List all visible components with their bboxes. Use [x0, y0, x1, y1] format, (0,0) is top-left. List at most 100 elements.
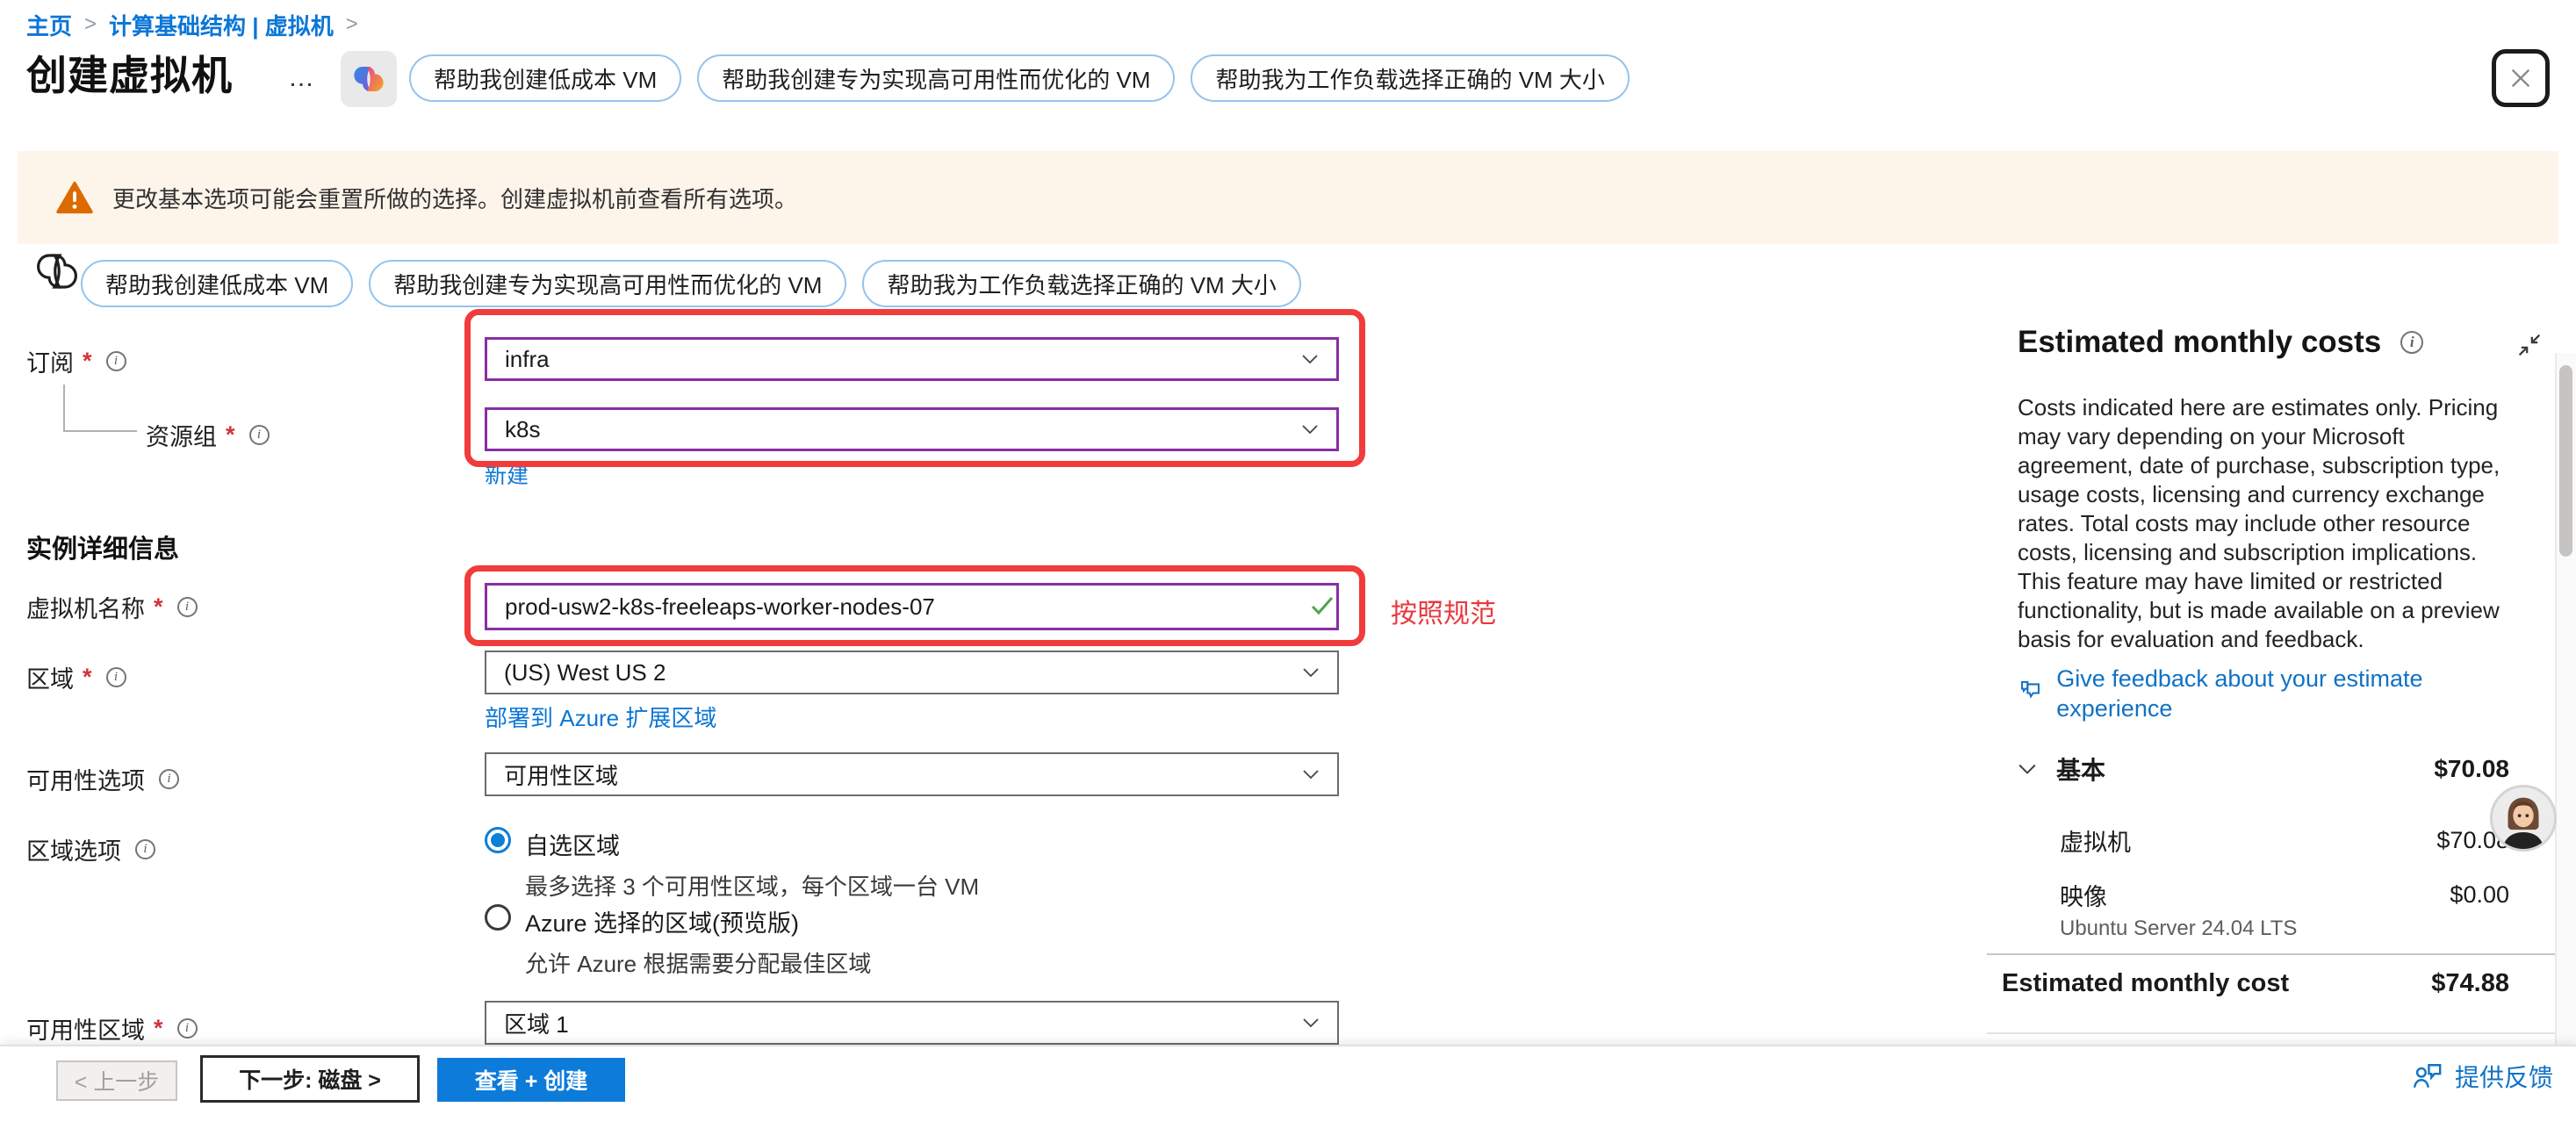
region-label: 区域 * i — [26, 660, 126, 694]
subscription-info-icon[interactable]: i — [106, 351, 126, 371]
prompt-high-availability-vm-button[interactable]: 帮助我创建专为实现高可用性而优化的 VM — [369, 260, 846, 307]
cost-panel-divider — [1987, 953, 2555, 955]
availability-options-info-icon[interactable]: i — [159, 769, 179, 789]
resource-group-label-text: 资源组 — [146, 418, 217, 452]
warning-icon — [56, 181, 93, 214]
estimated-monthly-cost-value: $74.88 — [2431, 969, 2509, 998]
zone-option-azure-select-description: 允许 Azure 根据需要分配最佳区域 — [525, 946, 871, 979]
valid-check-icon — [1310, 595, 1335, 616]
availability-zone-label: 可用性区域* i — [26, 1011, 198, 1046]
naming-convention-annotation: 按照规范 — [1391, 592, 1496, 630]
chevron-down-icon — [1302, 667, 1320, 678]
previous-button[interactable]: < 上一步 — [56, 1060, 177, 1101]
cost-item-name: 虚拟机 — [2060, 823, 2131, 858]
required-asterisk: * — [154, 1015, 163, 1042]
required-asterisk: * — [226, 421, 235, 449]
zone-option-self-select-label[interactable]: 自选区域 — [525, 827, 979, 861]
estimated-monthly-cost-row: Estimated monthly cost $74.88 — [2002, 969, 2509, 998]
close-button[interactable] — [2492, 49, 2550, 107]
availability-options-value: 可用性区域 — [504, 758, 618, 791]
subscription-value: infra — [505, 346, 550, 373]
resource-group-value: k8s — [505, 416, 540, 443]
chevron-expanded-icon — [2018, 763, 2037, 775]
feedback-bubbles-icon — [2018, 676, 2044, 706]
availability-options-dropdown[interactable]: 可用性区域 — [485, 752, 1339, 796]
zone-option-azure-select[interactable]: Azure 选择的区域(预览版) 允许 Azure 根据需要分配最佳区域 — [485, 904, 871, 979]
cost-item-value: $0.00 — [2450, 881, 2509, 909]
subscription-label-text: 订阅 — [26, 344, 74, 378]
collapse-panel-icon[interactable] — [2515, 330, 2544, 360]
zone-option-self-select[interactable]: 自选区域 最多选择 3 个可用性区域，每个区域一台 VM — [485, 827, 979, 902]
create-vm-page: 主页 > 计算基础结构 | 虚拟机 > 创建虚拟机 … 帮助我创建低成本 VM … — [0, 0, 2576, 1143]
chevron-down-icon — [1302, 1017, 1320, 1028]
region-value: (US) West US 2 — [504, 659, 666, 687]
scrollbar-thumb[interactable] — [2559, 365, 2572, 557]
copilot-prompt-buttons: 帮助我创建低成本 VM 帮助我创建专为实现高可用性而优化的 VM 帮助我为工作负… — [409, 54, 1630, 102]
deploy-extended-zone-link[interactable]: 部署到 Azure 扩展区域 — [485, 701, 716, 733]
breadcrumb-virtual-machines[interactable]: 计算基础结构 | 虚拟机 — [109, 9, 334, 41]
zone-options-label-text: 区域选项 — [26, 832, 121, 866]
prompt-right-vm-size-button[interactable]: 帮助我为工作负载选择正确的 VM 大小 — [862, 260, 1300, 307]
subscription-label: 订阅 * i — [26, 344, 126, 378]
chevron-down-icon — [1301, 424, 1319, 435]
more-options-button[interactable]: … — [288, 63, 317, 93]
create-new-resource-group-link[interactable]: 新建 — [485, 458, 529, 490]
resource-group-info-icon[interactable]: i — [249, 425, 270, 445]
breadcrumb-home[interactable]: 主页 — [26, 9, 72, 41]
availability-zone-value: 区域 1 — [504, 1007, 569, 1039]
chevron-down-icon — [1302, 769, 1320, 780]
required-asterisk: * — [83, 348, 92, 375]
zone-options-label: 区域选项 i — [26, 832, 155, 866]
instance-details-section-title: 实例详细信息 — [26, 528, 179, 565]
zone-option-self-select-description: 最多选择 3 个可用性区域，每个区域一台 VM — [525, 869, 979, 902]
zone-option-azure-select-label[interactable]: Azure 选择的区域(预览版) — [525, 904, 871, 938]
tree-connector-vertical — [63, 385, 65, 430]
give-feedback-link-text: 提供反馈 — [2455, 1059, 2553, 1094]
resource-group-label: 资源组 * i — [146, 418, 270, 452]
prompt-low-cost-vm-button[interactable]: 帮助我创建低成本 VM — [81, 260, 353, 307]
page-title: 创建虚拟机 — [26, 44, 233, 102]
vm-name-label-text: 虚拟机名称 — [26, 590, 145, 624]
vm-name-label: 虚拟机名称 * i — [26, 590, 198, 624]
required-asterisk: * — [83, 664, 92, 691]
copilot-outline-icon — [33, 248, 81, 299]
cost-item-image-row: 映像 $0.00 — [2060, 878, 2509, 912]
avatar[interactable] — [2490, 785, 2557, 852]
cost-panel-info-icon[interactable]: i — [2400, 331, 2423, 354]
region-label-text: 区域 — [26, 660, 74, 694]
vm-name-info-icon[interactable]: i — [177, 597, 198, 617]
cost-panel-title-text: Estimated monthly costs — [2018, 325, 2381, 360]
review-create-button[interactable]: 查看 + 创建 — [437, 1058, 625, 1102]
region-dropdown[interactable]: (US) West US 2 — [485, 651, 1339, 694]
prompt-low-cost-vm-button[interactable]: 帮助我创建低成本 VM — [409, 54, 681, 102]
person-feedback-icon — [2411, 1061, 2444, 1091]
cost-panel-description: Costs indicated here are estimates only.… — [2018, 393, 2511, 654]
required-asterisk: * — [154, 593, 163, 621]
availability-zone-dropdown[interactable]: 区域 1 — [485, 1001, 1339, 1045]
radio-selected-icon[interactable] — [485, 827, 511, 853]
estimated-monthly-cost-label: Estimated monthly cost — [2002, 969, 2289, 998]
breadcrumb-chevron-icon: > — [84, 12, 97, 37]
warning-banner-text: 更改基本选项可能会重置所做的选择。创建虚拟机前查看所有选项。 — [112, 182, 797, 214]
radio-unselected-icon[interactable] — [485, 904, 511, 931]
region-info-icon[interactable]: i — [106, 667, 126, 687]
availability-options-label: 可用性选项 i — [26, 762, 179, 796]
estimate-feedback-link[interactable]: Give feedback about your estimate experi… — [2018, 664, 2492, 723]
availability-zone-info-icon[interactable]: i — [177, 1018, 198, 1039]
prompt-high-availability-vm-button[interactable]: 帮助我创建专为实现高可用性而优化的 VM — [697, 54, 1175, 102]
cost-item-vm-row: 虚拟机 $70.08 — [2060, 823, 2509, 858]
warning-banner: 更改基本选项可能会重置所做的选择。创建虚拟机前查看所有选项。 — [18, 151, 2558, 244]
breadcrumb: 主页 > 计算基础结构 | 虚拟机 > — [26, 9, 358, 41]
prompt-right-vm-size-button[interactable]: 帮助我为工作负载选择正确的 VM 大小 — [1191, 54, 1629, 102]
cost-item-image-detail: Ubuntu Server 24.04 LTS — [2060, 917, 2297, 941]
vm-name-input[interactable] — [485, 583, 1339, 630]
subscription-dropdown[interactable]: infra — [485, 337, 1339, 381]
cost-group-basic-row[interactable]: 基本 $70.08 — [2018, 751, 2509, 787]
zone-options-info-icon[interactable]: i — [135, 839, 155, 859]
give-feedback-link[interactable]: 提供反馈 — [2411, 1059, 2553, 1094]
cost-group-name: 基本 — [2056, 751, 2105, 787]
copilot-icon[interactable] — [341, 51, 397, 107]
resource-group-dropdown[interactable]: k8s — [485, 407, 1339, 451]
next-disks-button[interactable]: 下一步: 磁盘 > — [200, 1055, 420, 1103]
avatar-image — [2493, 787, 2554, 849]
